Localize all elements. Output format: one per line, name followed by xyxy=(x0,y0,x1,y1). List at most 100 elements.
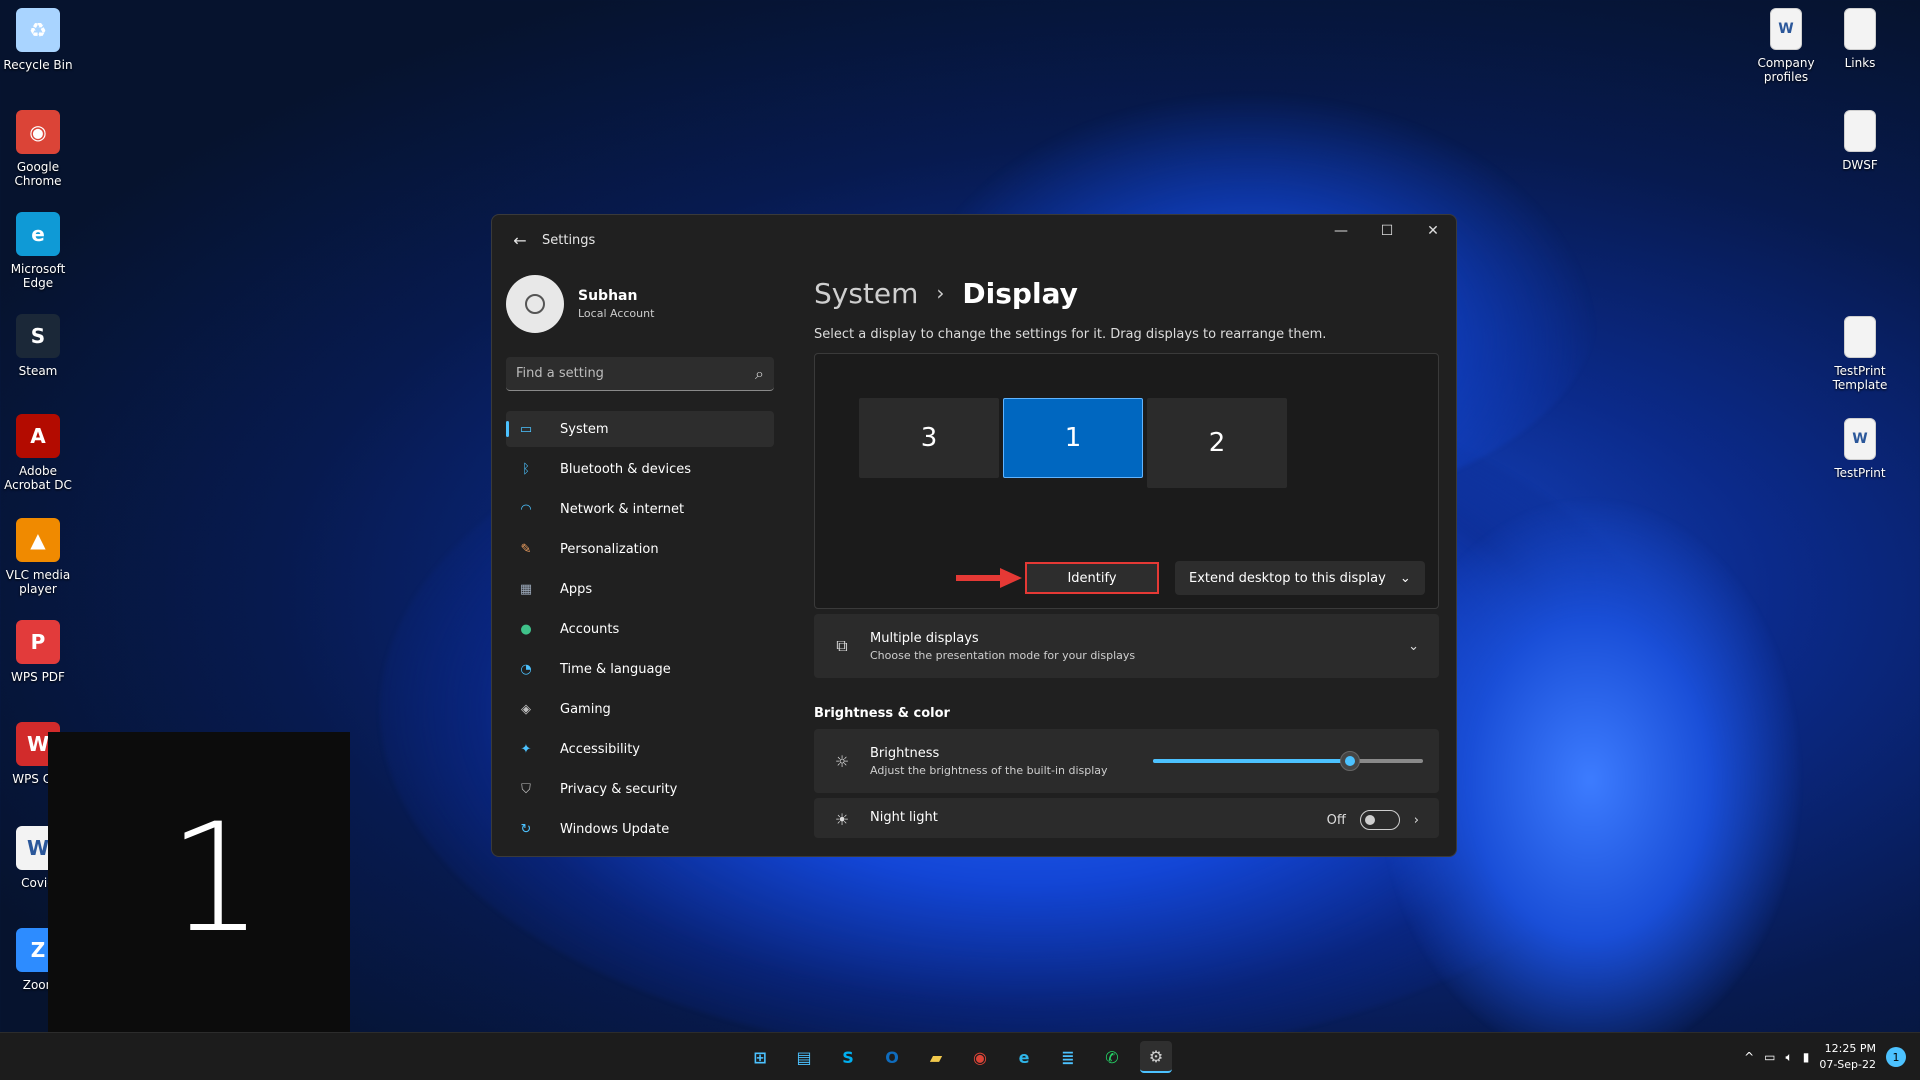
skype-icon[interactable]: S xyxy=(832,1041,864,1073)
multiple-displays-icon: ⧉ xyxy=(836,636,848,655)
sidebar-item-label: Bluetooth & devices xyxy=(560,461,691,477)
sidebar-item-time-language[interactable]: ◔ Time & language xyxy=(506,651,774,687)
desktop-icon[interactable]: TestPrint Template xyxy=(1822,316,1898,392)
system-icon: ▭ xyxy=(519,421,533,437)
chevron-right-icon[interactable]: › xyxy=(1414,813,1419,828)
battery-icon[interactable]: ▮ xyxy=(1803,1050,1810,1064)
desktop-icon[interactable]: P WPS PDF xyxy=(0,620,76,684)
display-arrangement: Identify Extend desktop to this display … xyxy=(814,353,1439,609)
sidebar-item-network-internet[interactable]: ◠ Network & internet xyxy=(506,491,774,527)
desktop-icon-label: TestPrint xyxy=(1834,466,1886,480)
text-file-icon xyxy=(1844,8,1876,50)
desktop-icon[interactable]: e Microsoft Edge xyxy=(0,212,76,290)
close-button[interactable]: ✕ xyxy=(1410,215,1456,247)
start-icon[interactable]: ⊞ xyxy=(744,1041,776,1073)
sidebar-item-label: Time & language xyxy=(560,661,671,677)
multiple-displays-card[interactable]: ⧉ Multiple displays Choose the presentat… xyxy=(814,614,1439,678)
sun-icon: ☼ xyxy=(834,751,850,771)
chrome-icon[interactable]: ◉ xyxy=(964,1041,996,1073)
page-title: Display xyxy=(962,276,1078,310)
title-bar: ← Settings — ☐ ✕ xyxy=(492,215,1456,265)
chevron-right-icon: › xyxy=(936,281,945,305)
sidebar-item-privacy-security[interactable]: ⛉ Privacy & security xyxy=(506,771,774,807)
back-arrow-icon[interactable]: ← xyxy=(498,231,542,250)
store-icon[interactable]: ▤ xyxy=(788,1041,820,1073)
chevron-up-icon[interactable]: ^ xyxy=(1744,1050,1754,1064)
accounts-icon: ● xyxy=(520,621,532,637)
brightness-subtitle: Adjust the brightness of the built-in di… xyxy=(870,763,1108,777)
sidebar-item-apps[interactable]: ▦ Apps xyxy=(506,571,774,607)
desktop-icon[interactable]: ▲ VLC media player xyxy=(0,518,76,596)
taskbar: ⊞ ▤ S O ▰ ◉ e ≣ ✆ ⚙ ^ ▭ 🔈︎ ▮ 12:25 PM 07-Sep-22 1 xyxy=(0,1032,1920,1080)
desktop-icon[interactable]: Links xyxy=(1822,8,1898,70)
desktop-icon[interactable]: A Adobe Acrobat DC xyxy=(0,414,76,492)
notification-badge[interactable]: 1 xyxy=(1886,1047,1906,1067)
desktop-icon[interactable]: ♻ Recycle Bin xyxy=(0,8,76,72)
desktop-icon[interactable]: W Company profiles xyxy=(1748,8,1824,84)
display-tile-2[interactable]: 2 xyxy=(1147,398,1287,488)
display-tile-1[interactable]: 1 xyxy=(1003,398,1143,478)
settings-icon[interactable]: ⚙ xyxy=(1140,1041,1172,1073)
volume-icon[interactable]: 🔈︎ xyxy=(1786,1050,1793,1065)
notepad-icon[interactable]: ≣ xyxy=(1052,1041,1084,1073)
sidebar-item-label: System xyxy=(560,421,609,437)
desktop-icon-label: Links xyxy=(1844,56,1876,70)
night-light-toggle[interactable] xyxy=(1359,810,1400,830)
profile[interactable]: Subhan Local Account xyxy=(506,271,774,337)
sidebar-item-accounts[interactable]: ● Accounts xyxy=(506,611,774,647)
file-explorer-icon[interactable]: ▰ xyxy=(920,1041,952,1073)
wps-pdf-icon: P xyxy=(16,620,60,664)
desktop-icon-label: TestPrint Template xyxy=(1832,364,1888,392)
desktop-icon[interactable]: W TestPrint xyxy=(1822,418,1898,480)
clock-date: 07-Sep-22 xyxy=(1819,1058,1876,1071)
sidebar-item-accessibility[interactable]: ✦ Accessibility xyxy=(506,731,774,767)
desktop-icon[interactable]: DWSF xyxy=(1822,110,1898,172)
sidebar: Subhan Local Account ⌕ ▭ System ᛒ Bluetooth… xyxy=(506,271,774,851)
sidebar-item-gaming[interactable]: ◈ Gaming xyxy=(506,691,774,727)
sidebar-item-bluetooth-devices[interactable]: ᛒ Bluetooth & devices xyxy=(506,451,774,487)
edge-icon[interactable]: e xyxy=(1008,1041,1040,1073)
display-tile-3[interactable]: 3 xyxy=(859,398,999,478)
brightness-slider-thumb[interactable] xyxy=(1340,751,1361,771)
night-light-card[interactable]: ☀ Night light Off › xyxy=(814,798,1439,838)
breadcrumb-parent[interactable]: System xyxy=(814,277,918,310)
brightness-slider-fill xyxy=(1153,759,1351,763)
desktop-icon-label: Company profiles xyxy=(1757,56,1815,84)
sidebar-item-system[interactable]: ▭ System xyxy=(506,411,774,447)
brightness-slider[interactable] xyxy=(1153,751,1423,771)
taskbar-apps: ⊞ ▤ S O ▰ ◉ e ≣ ✆ ⚙ xyxy=(744,1041,1172,1073)
word-doc-icon: W xyxy=(1770,8,1802,50)
text-file-icon xyxy=(1844,316,1876,358)
user-icon xyxy=(525,294,545,314)
search-icon[interactable]: ⌕ xyxy=(755,364,764,384)
shield-icon: ⛉ xyxy=(521,781,531,797)
wifi-icon: ◠ xyxy=(520,501,532,517)
display-hint: Select a display to change the settings … xyxy=(814,327,1327,342)
clock[interactable]: 12:25 PM 07-Sep-22 xyxy=(1819,1041,1876,1073)
sidebar-item-windows-update[interactable]: ↻ Windows Update xyxy=(506,811,774,847)
desktop-icon-label: VLC media player xyxy=(5,568,71,596)
extend-desktop-dropdown[interactable]: Extend desktop to this display ⌄ xyxy=(1175,561,1425,595)
settings-window: ← Settings — ☐ ✕ Subhan Local Account ⌕ … xyxy=(491,214,1457,857)
desktop-icon[interactable]: S Steam xyxy=(0,314,76,378)
desktop-icon-label: Steam xyxy=(18,364,58,378)
search-box[interactable]: ⌕ xyxy=(506,357,774,391)
desktop-icon[interactable]: ◉ Google Chrome xyxy=(0,110,76,188)
identify-button[interactable]: Identify xyxy=(1025,562,1159,594)
night-light-icon: ☀ xyxy=(834,810,850,829)
search-input[interactable] xyxy=(516,366,716,381)
sidebar-item-personalization[interactable]: ✎ Personalization xyxy=(506,531,774,567)
network-icon[interactable]: ▭ xyxy=(1764,1050,1775,1064)
multiple-displays-subtitle: Choose the presentation mode for your di… xyxy=(870,648,1136,662)
night-light-title: Night light xyxy=(870,810,938,825)
outlook-icon[interactable]: O xyxy=(876,1041,908,1073)
maximize-button[interactable]: ☐ xyxy=(1364,215,1410,247)
minimize-button[interactable]: — xyxy=(1318,215,1364,247)
whatsapp-icon[interactable]: ✆ xyxy=(1096,1041,1128,1073)
edge-icon: e xyxy=(16,212,60,256)
gamepad-icon: ◈ xyxy=(521,701,531,717)
chevron-down-icon[interactable]: ⌄ xyxy=(1408,639,1419,654)
sidebar-item-label: Personalization xyxy=(560,541,659,557)
chrome-icon: ◉ xyxy=(16,110,60,154)
acrobat-icon: A xyxy=(16,414,60,458)
